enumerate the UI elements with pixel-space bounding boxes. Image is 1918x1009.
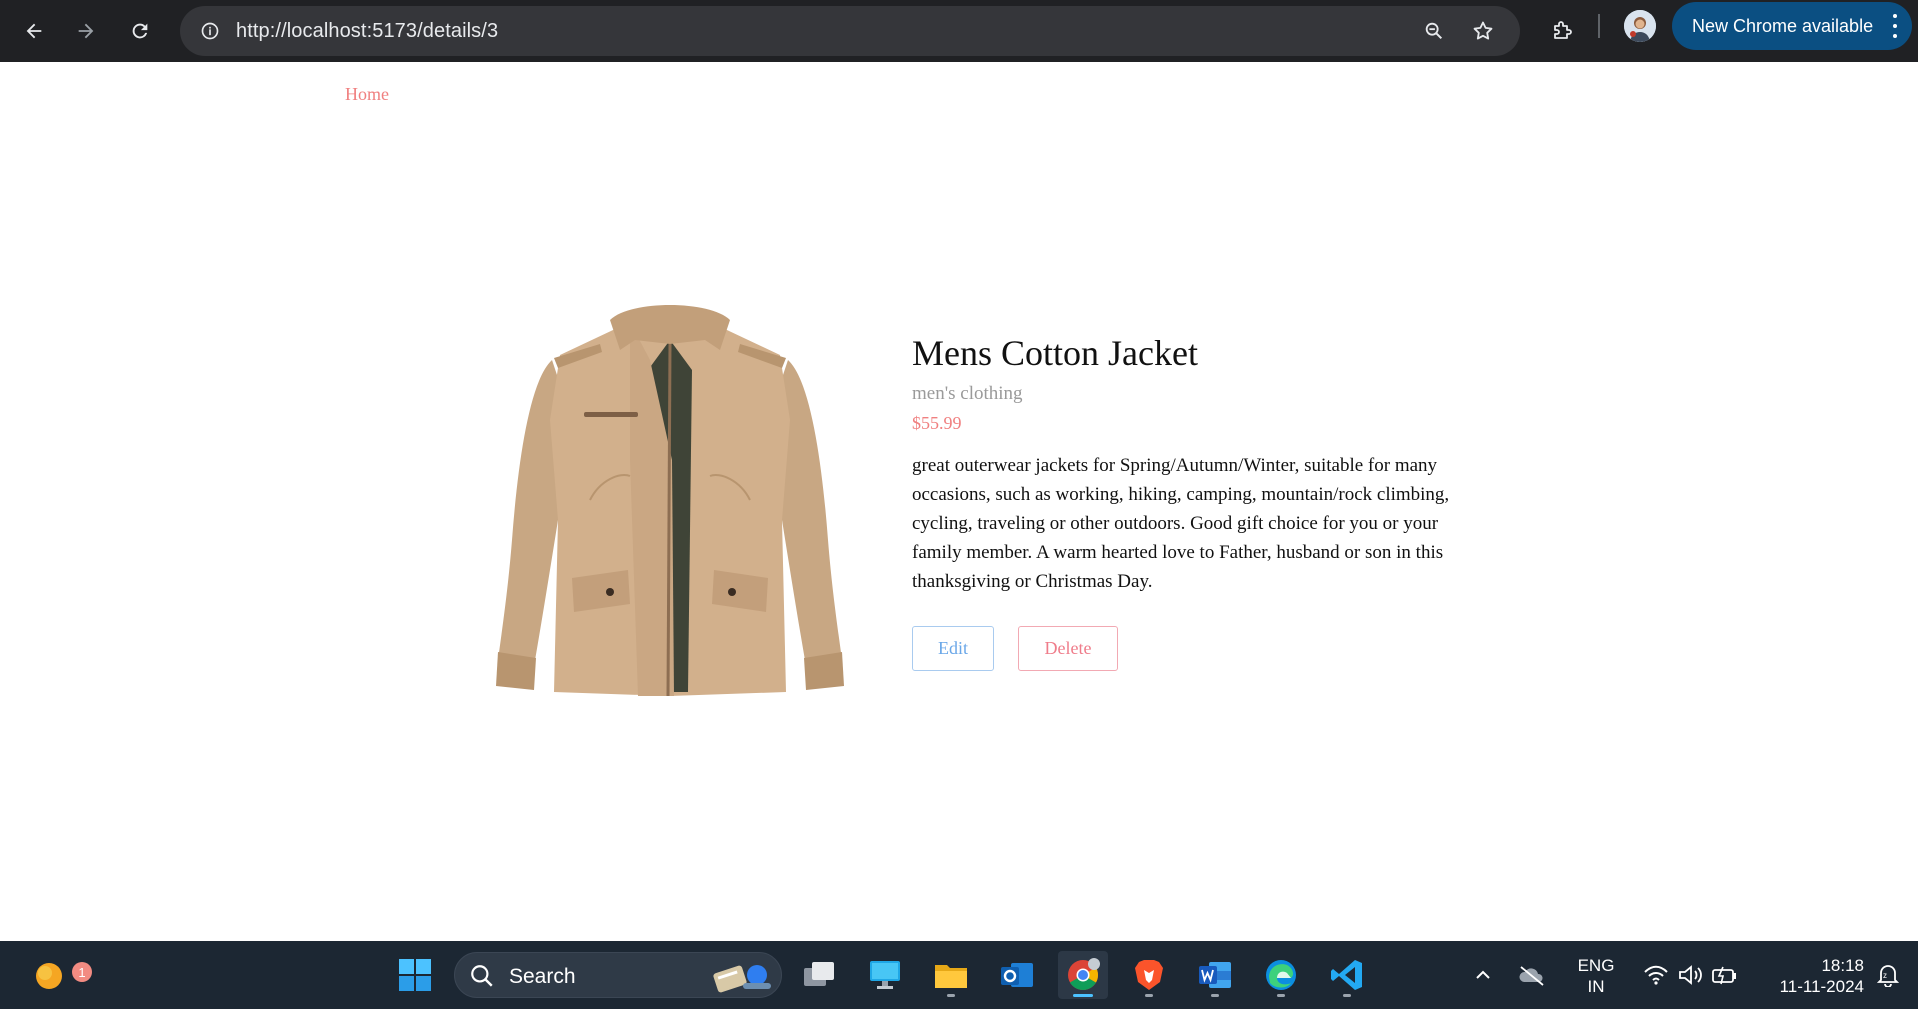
edit-button[interactable]: Edit <box>912 626 994 671</box>
search-highlight-icon <box>713 965 771 993</box>
extensions-button[interactable] <box>1540 9 1584 53</box>
windows-taskbar: 1 Search ENG IN 18:18 11-11-2024 z <box>0 941 1918 1009</box>
product-category: men's clothing <box>912 383 1023 404</box>
product-description: great outerwear jackets for Spring/Autum… <box>912 455 1450 592</box>
profile-avatar-icon <box>1624 10 1656 42</box>
product-price: $55.99 <box>912 413 962 433</box>
battery-charging-icon <box>1712 966 1736 985</box>
language-code: ENG <box>1577 956 1615 975</box>
edge-button[interactable] <box>1256 951 1306 999</box>
search-icon <box>471 965 493 987</box>
task-view-icon <box>804 962 834 986</box>
site-info-icon <box>201 22 219 40</box>
back-button[interactable] <box>12 9 56 53</box>
volume-icon <box>1679 965 1702 985</box>
forward-button[interactable] <box>64 9 108 53</box>
jacket-image <box>496 305 844 697</box>
running-indicator <box>1073 994 1093 997</box>
file-explorer-icon <box>935 965 967 988</box>
notification-badge: 1 <box>72 962 92 982</box>
product-title: Mens Cotton Jacket <box>912 333 1198 373</box>
product-actions: Edit Delete <box>912 626 1452 671</box>
outlook-button[interactable] <box>992 951 1042 999</box>
running-indicator <box>1277 994 1285 997</box>
running-indicator <box>1211 994 1219 997</box>
clock[interactable]: 18:18 11-11-2024 <box>1754 955 1864 997</box>
running-indicator <box>1343 994 1351 997</box>
zoom-button[interactable] <box>1416 13 1452 49</box>
outlook-icon <box>1001 963 1033 987</box>
chevron-up-icon <box>1476 970 1490 979</box>
taskbar-search[interactable]: Search <box>454 952 782 998</box>
product-details: Mens Cotton Jacket men's clothing $55.99… <box>912 330 1452 671</box>
vscode-icon <box>1331 960 1362 990</box>
chrome-button[interactable] <box>1058 951 1108 999</box>
site-info-button[interactable] <box>192 13 228 49</box>
file-explorer-button[interactable] <box>926 951 976 999</box>
brave-button[interactable] <box>1124 951 1174 999</box>
start-icon <box>399 959 431 991</box>
home-link[interactable]: Home <box>345 84 389 105</box>
brave-icon <box>1135 960 1163 990</box>
quick-settings-button[interactable] <box>1636 951 1746 999</box>
product-image <box>490 300 850 700</box>
back-arrow-icon <box>26 23 42 39</box>
bell-icon: z <box>1877 965 1899 987</box>
url-text[interactable]: http://localhost:5173/details/3 <box>236 20 498 43</box>
profile-avatar[interactable] <box>1624 10 1656 42</box>
bookmark-button[interactable] <box>1465 13 1501 49</box>
clock-date: 11-11-2024 <box>1779 977 1864 996</box>
cloud-offline-icon <box>1519 966 1544 986</box>
language-indicator[interactable]: ENG IN <box>1576 955 1616 997</box>
word-button[interactable] <box>1190 951 1240 999</box>
widgets-button[interactable]: 1 <box>24 951 92 999</box>
show-hidden-icons-button[interactable] <box>1466 951 1500 999</box>
language-region: IN <box>1587 977 1605 996</box>
running-indicator <box>1145 994 1153 997</box>
address-bar[interactable]: http://localhost:5173/details/3 <box>180 6 1520 56</box>
onedrive-button[interactable] <box>1514 951 1550 999</box>
start-button[interactable] <box>390 951 440 999</box>
extensions-icon <box>1554 21 1572 39</box>
wifi-icon <box>1644 965 1668 985</box>
task-view-button[interactable] <box>794 951 844 999</box>
vscode-button[interactable] <box>1322 951 1372 999</box>
toolbar-divider <box>1598 14 1600 38</box>
reload-button[interactable] <box>118 9 162 53</box>
edge-icon <box>1266 960 1296 990</box>
chrome-icon <box>1068 958 1100 991</box>
delete-button[interactable]: Delete <box>1018 626 1118 671</box>
notifications-button[interactable]: z <box>1868 951 1908 999</box>
desktop-app-button[interactable] <box>860 951 910 999</box>
reload-icon <box>132 23 148 39</box>
update-label: New Chrome available <box>1692 15 1874 36</box>
word-icon <box>1199 962 1231 988</box>
clock-time: 18:18 <box>1821 956 1864 975</box>
star-icon <box>1473 21 1493 40</box>
running-indicator <box>947 994 955 997</box>
forward-arrow-icon <box>78 23 94 39</box>
browser-toolbar: http://localhost:5173/details/3 New Chro… <box>0 0 1918 62</box>
more-vert-icon[interactable] <box>1892 14 1898 38</box>
svg-text:z: z <box>1883 971 1887 980</box>
new-chrome-available-button[interactable]: New Chrome available <box>1672 2 1912 50</box>
weather-widget-icon <box>36 963 62 989</box>
desktop-icon <box>870 961 900 989</box>
zoom-icon <box>1425 22 1443 40</box>
search-label: Search <box>509 965 576 988</box>
